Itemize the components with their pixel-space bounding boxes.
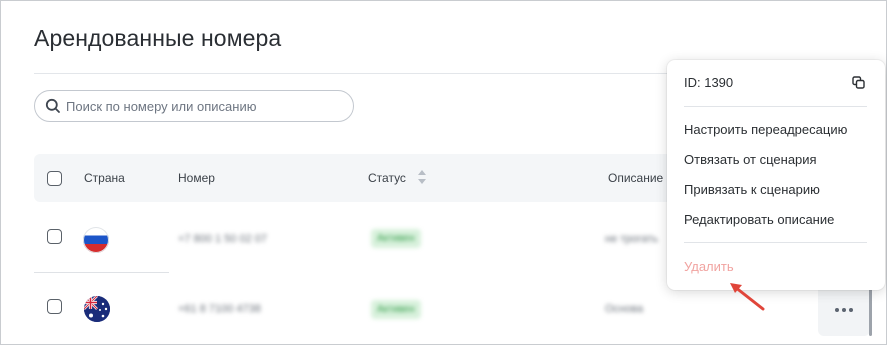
menu-item-edit-description[interactable]: Редактировать описание [684, 212, 834, 227]
search-input[interactable] [66, 98, 336, 114]
row-description: Основа [605, 303, 644, 315]
more-dots-icon [835, 308, 853, 312]
row-checkbox[interactable] [47, 229, 62, 244]
title-divider [34, 73, 674, 74]
search-icon [45, 98, 60, 113]
row-checkbox[interactable] [47, 299, 62, 314]
menu-item-bind-scenario[interactable]: Привязать к сценарию [684, 182, 820, 197]
column-status[interactable]: Статус [368, 171, 406, 185]
page-title: Арендованные номера [34, 25, 282, 51]
column-number: Номер [178, 171, 215, 185]
select-all-checkbox[interactable] [47, 171, 62, 186]
row-context-menu: ID: 1390 Настроить переадресацию Отвязат… [667, 60, 885, 290]
menu-id-label: ID: 1390 [684, 75, 734, 90]
rented-numbers-panel: Арендованные номера Страна Номер Статус … [0, 0, 887, 345]
search-box[interactable] [34, 90, 354, 122]
menu-item-delete[interactable]: Удалить [684, 259, 734, 274]
row-divider [34, 272, 169, 273]
menu-divider [684, 242, 867, 243]
column-description: Описание [608, 171, 664, 185]
phone-number: +61 8 7100 4738 [178, 303, 261, 315]
sort-icon[interactable] [417, 168, 427, 186]
scrollbar[interactable] [869, 286, 872, 336]
russia-flag-icon [83, 227, 109, 253]
status-badge: Активен [371, 300, 421, 319]
row-actions-button[interactable] [818, 284, 870, 336]
row-description: не трогать [605, 233, 658, 245]
australia-flag-icon [84, 296, 110, 322]
phone-number: +7 800 1 50 02 07 [178, 233, 267, 245]
menu-divider [684, 106, 867, 107]
menu-item-forwarding[interactable]: Настроить переадресацию [684, 122, 847, 137]
column-country: Страна [84, 171, 125, 185]
copy-icon[interactable] [852, 76, 865, 89]
status-badge: Активен [371, 229, 421, 248]
menu-item-unbind-scenario[interactable]: Отвязать от сценария [684, 152, 817, 167]
annotation-arrow-icon [730, 283, 765, 311]
